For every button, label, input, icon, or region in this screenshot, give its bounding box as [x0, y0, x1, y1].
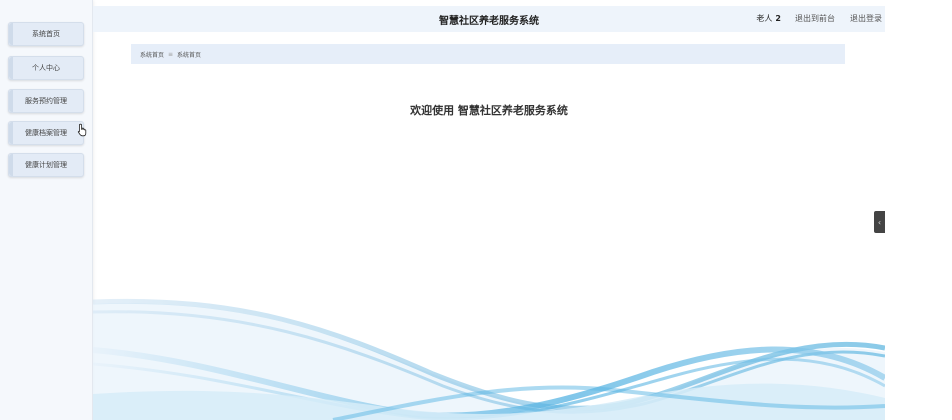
sidebar-item-health-plans[interactable]: 健康计划管理: [8, 153, 84, 177]
logout-link[interactable]: 退出登录: [850, 6, 882, 32]
current-user: 老人 2: [756, 6, 781, 32]
sidebar-item-label: 健康计划管理: [25, 161, 67, 169]
menu-item-edge: [9, 90, 13, 112]
breadcrumb-root[interactable]: 系统首页: [140, 50, 164, 59]
welcome-heading: 欢迎使用 智慧社区养老服务系统: [410, 104, 568, 117]
sidebar-item-home[interactable]: 系统首页: [8, 22, 84, 46]
sidebar-item-label: 服务预约管理: [25, 97, 67, 105]
user-role-label: 老人: [756, 14, 773, 23]
sidebar-item-label: 个人中心: [32, 64, 60, 72]
sidebar-item-label: 健康档案管理: [25, 129, 67, 137]
breadcrumb-separator: ≡: [168, 50, 174, 58]
top-header: 智慧社区养老服务系统 老人 2 退出到前台 退出登录: [93, 6, 885, 32]
sidebar-item-health-records[interactable]: 健康档案管理: [8, 121, 84, 145]
exit-to-frontend-link[interactable]: 退出到前台: [795, 6, 835, 32]
sidebar-item-service-booking[interactable]: 服务预约管理: [8, 89, 84, 113]
sidebar-item-personal-center[interactable]: 个人中心: [8, 56, 84, 80]
breadcrumb: 系统首页 ≡ 系统首页: [131, 44, 845, 64]
menu-item-edge: [9, 57, 13, 79]
menu-item-edge: [9, 122, 13, 144]
collapse-handle[interactable]: ‹: [874, 211, 885, 233]
decorative-waves: [93, 298, 885, 420]
menu-item-edge: [9, 23, 13, 45]
sidebar: 系统首页 个人中心 服务预约管理 健康档案管理 健康计划管理: [0, 0, 93, 420]
menu-item-edge: [9, 154, 13, 176]
breadcrumb-current: 系统首页: [177, 51, 202, 59]
sidebar-item-label: 系统首页: [32, 30, 60, 38]
hand-pointer-icon: [77, 123, 87, 137]
chevron-left-icon: ‹: [877, 217, 882, 227]
user-number: 2: [775, 14, 781, 23]
